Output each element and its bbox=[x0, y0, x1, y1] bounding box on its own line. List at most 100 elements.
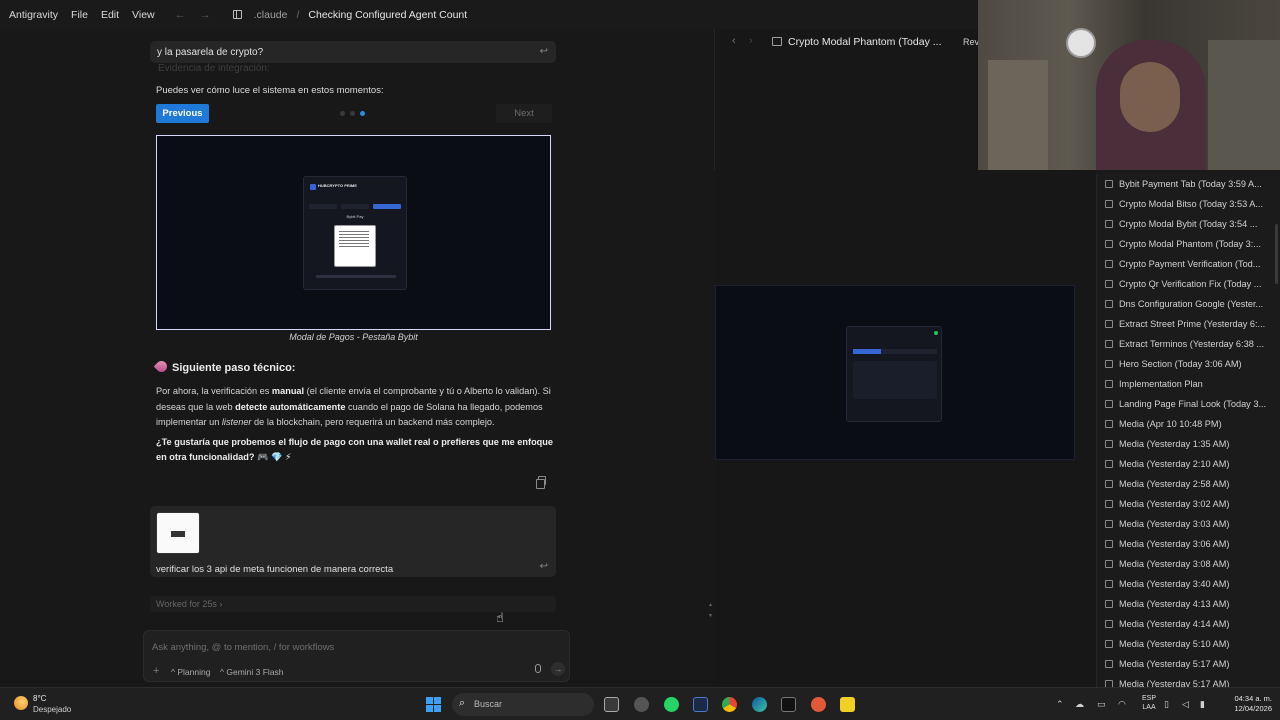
network-icon[interactable]: ▯ bbox=[1164, 699, 1169, 710]
file-item[interactable]: Media (Yesterday 3:08 AM) bbox=[1097, 554, 1280, 574]
file-list-scrollbar[interactable] bbox=[1275, 224, 1278, 284]
image-file-icon bbox=[1105, 260, 1113, 268]
file-item[interactable]: Media (Yesterday 4:13 AM) bbox=[1097, 594, 1280, 614]
carousel-dot-active[interactable] bbox=[360, 111, 365, 116]
file-item[interactable]: Media (Yesterday 4:14 AM) bbox=[1097, 614, 1280, 634]
file-item[interactable]: Landing Page Final Look (Today 3... bbox=[1097, 394, 1280, 414]
file-item[interactable]: Media (Yesterday 2:10 AM) bbox=[1097, 454, 1280, 474]
task-view-icon[interactable] bbox=[604, 697, 619, 712]
chevron-right-icon[interactable]: › bbox=[749, 35, 753, 47]
sidebar-toggle-icon[interactable] bbox=[232, 10, 242, 19]
cloud-icon[interactable]: ☁ bbox=[1075, 699, 1084, 710]
file-item[interactable]: Media (Yesterday 5:17 AM) bbox=[1097, 654, 1280, 674]
chevron-left-icon[interactable]: ‹ bbox=[732, 35, 736, 47]
file-item[interactable]: Hero Section (Today 3:06 AM) bbox=[1097, 354, 1280, 374]
file-item[interactable]: Media (Yesterday 3:40 AM) bbox=[1097, 574, 1280, 594]
whatsapp-icon[interactable] bbox=[664, 697, 679, 712]
previous-button[interactable]: Previous bbox=[156, 104, 209, 123]
file-item[interactable]: Media (Yesterday 3:06 AM) bbox=[1097, 534, 1280, 554]
file-item[interactable]: Media (Yesterday 5:17 AM) bbox=[1097, 674, 1280, 687]
windows-start-icon[interactable] bbox=[426, 697, 441, 712]
file-item[interactable]: Crypto Modal Phantom (Today 3:... bbox=[1097, 234, 1280, 254]
undo-icon[interactable]: ↩ bbox=[540, 561, 548, 572]
file-item[interactable]: Extract Street Prime (Yesterday 6:... bbox=[1097, 314, 1280, 334]
battery-icon[interactable]: ▭ bbox=[1097, 699, 1106, 710]
breadcrumb-root[interactable]: .claude bbox=[254, 9, 288, 21]
wifi-icon[interactable]: ◠ bbox=[1118, 699, 1126, 710]
send-button[interactable]: → bbox=[551, 662, 565, 676]
image-file-icon bbox=[1105, 360, 1113, 368]
artifact-preview bbox=[714, 170, 1096, 687]
undo-icon[interactable]: ↩ bbox=[540, 46, 548, 57]
follow-up-question: ¿Te gustaría que probemos el flujo de pa… bbox=[156, 437, 554, 462]
carousel-dot[interactable] bbox=[340, 111, 345, 116]
file-item[interactable]: Crypto Modal Bitso (Today 3:53 A... bbox=[1097, 194, 1280, 214]
image-file-icon bbox=[1105, 460, 1113, 468]
file-item[interactable]: Media (Yesterday 3:02 AM) bbox=[1097, 494, 1280, 514]
title-bar: Antigravity File Edit View ← → .claude /… bbox=[0, 0, 978, 29]
preview-screenshot[interactable] bbox=[715, 285, 1075, 460]
file-item[interactable]: Bybit Payment Tab (Today 3:59 A... bbox=[1097, 174, 1280, 194]
attachment-thumbnail[interactable] bbox=[156, 512, 200, 554]
taskbar-search[interactable]: ⌕ Buscar bbox=[452, 693, 594, 716]
weather-description[interactable]: Despejado bbox=[33, 705, 71, 714]
phantom-modal-preview bbox=[846, 326, 942, 422]
preview-title: Crypto Modal Phantom (Today ... bbox=[788, 36, 942, 48]
image-file-icon bbox=[1105, 300, 1113, 308]
chat-input-box[interactable]: Ask anything, @ to mention, / for workfl… bbox=[143, 630, 570, 682]
file-item[interactable]: Crypto Qr Verification Fix (Today ... bbox=[1097, 274, 1280, 294]
search-icon: ⌕ bbox=[459, 697, 466, 709]
menu-file[interactable]: File bbox=[71, 9, 88, 21]
mini-tab bbox=[341, 204, 369, 209]
file-item[interactable]: Media (Yesterday 5:10 AM) bbox=[1097, 634, 1280, 654]
file-item[interactable]: Media (Yesterday 3:03 AM) bbox=[1097, 514, 1280, 534]
file-item[interactable]: Crypto Modal Bybit (Today 3:54 ... bbox=[1097, 214, 1280, 234]
mini-tabs bbox=[853, 349, 937, 354]
image-file-icon bbox=[1105, 440, 1113, 448]
file-item[interactable]: Extract Terminos (Yesterday 6:38 ... bbox=[1097, 334, 1280, 354]
carousel-dot[interactable] bbox=[350, 111, 355, 116]
next-button[interactable]: Next bbox=[496, 104, 552, 123]
chat-input-placeholder[interactable]: Ask anything, @ to mention, / for workfl… bbox=[152, 642, 334, 653]
system-clock[interactable]: 04:34 a. m. 12/04/2026 bbox=[1228, 694, 1272, 714]
next-step-heading: Siguiente paso técnico: bbox=[153, 358, 295, 375]
file-item[interactable]: Media (Yesterday 1:35 AM) bbox=[1097, 434, 1280, 454]
search-placeholder[interactable]: Buscar bbox=[474, 699, 502, 709]
image-file-icon bbox=[1105, 520, 1113, 528]
artifact-file-list: Bybit Payment Tab (Today 3:59 A... Crypt… bbox=[1096, 174, 1280, 687]
menu-view[interactable]: View bbox=[132, 9, 155, 21]
edge-icon[interactable] bbox=[752, 697, 767, 712]
volume-icon[interactable]: ◁ bbox=[1182, 699, 1189, 710]
weather-icon[interactable] bbox=[14, 696, 28, 710]
carousel-screenshot[interactable]: HUBCRYPTO PRIME Bybit Pay bbox=[156, 135, 551, 330]
brand-logo-icon bbox=[310, 184, 316, 190]
image-file-icon bbox=[1105, 220, 1113, 228]
copy-icon[interactable] bbox=[536, 476, 546, 489]
microphone-icon[interactable] bbox=[535, 664, 541, 673]
file-item[interactable]: Media (Yesterday 2:58 AM) bbox=[1097, 474, 1280, 494]
file-item[interactable]: Dns Configuration Google (Yester... bbox=[1097, 294, 1280, 314]
mode-selector[interactable]: ^ Planning bbox=[171, 667, 210, 677]
qr-code-icon bbox=[334, 225, 376, 267]
power-icon[interactable]: ▮ bbox=[1200, 699, 1205, 710]
file-item[interactable]: Crypto Payment Verification (Tod... bbox=[1097, 254, 1280, 274]
menu-edit[interactable]: Edit bbox=[101, 9, 119, 21]
claude-icon[interactable] bbox=[811, 697, 826, 712]
back-arrow-icon[interactable]: ← bbox=[175, 9, 186, 21]
weather-temperature[interactable]: 8°C bbox=[33, 694, 46, 703]
chevron-up-icon[interactable]: ⌃ bbox=[1056, 699, 1064, 710]
file-item[interactable]: Implementation Plan bbox=[1097, 374, 1280, 394]
add-icon[interactable]: + bbox=[153, 665, 159, 677]
github-icon[interactable] bbox=[634, 697, 649, 712]
antigravity-icon[interactable] bbox=[693, 697, 708, 712]
forward-arrow-icon[interactable]: → bbox=[200, 9, 211, 21]
app-name: Antigravity bbox=[9, 8, 59, 21]
sticky-notes-icon[interactable] bbox=[840, 697, 855, 712]
model-selector[interactable]: ^ Gemini 3 Flash bbox=[220, 667, 284, 677]
scroll-arrows-icon[interactable]: ▲ ▼ bbox=[708, 600, 713, 622]
chrome-icon[interactable] bbox=[722, 697, 737, 712]
image-file-icon bbox=[1105, 180, 1113, 188]
terminal-icon[interactable] bbox=[781, 697, 796, 712]
file-item[interactable]: Media (Apr 10 10:48 PM) bbox=[1097, 414, 1280, 434]
language-indicator[interactable]: ESP LAA bbox=[1142, 694, 1156, 712]
